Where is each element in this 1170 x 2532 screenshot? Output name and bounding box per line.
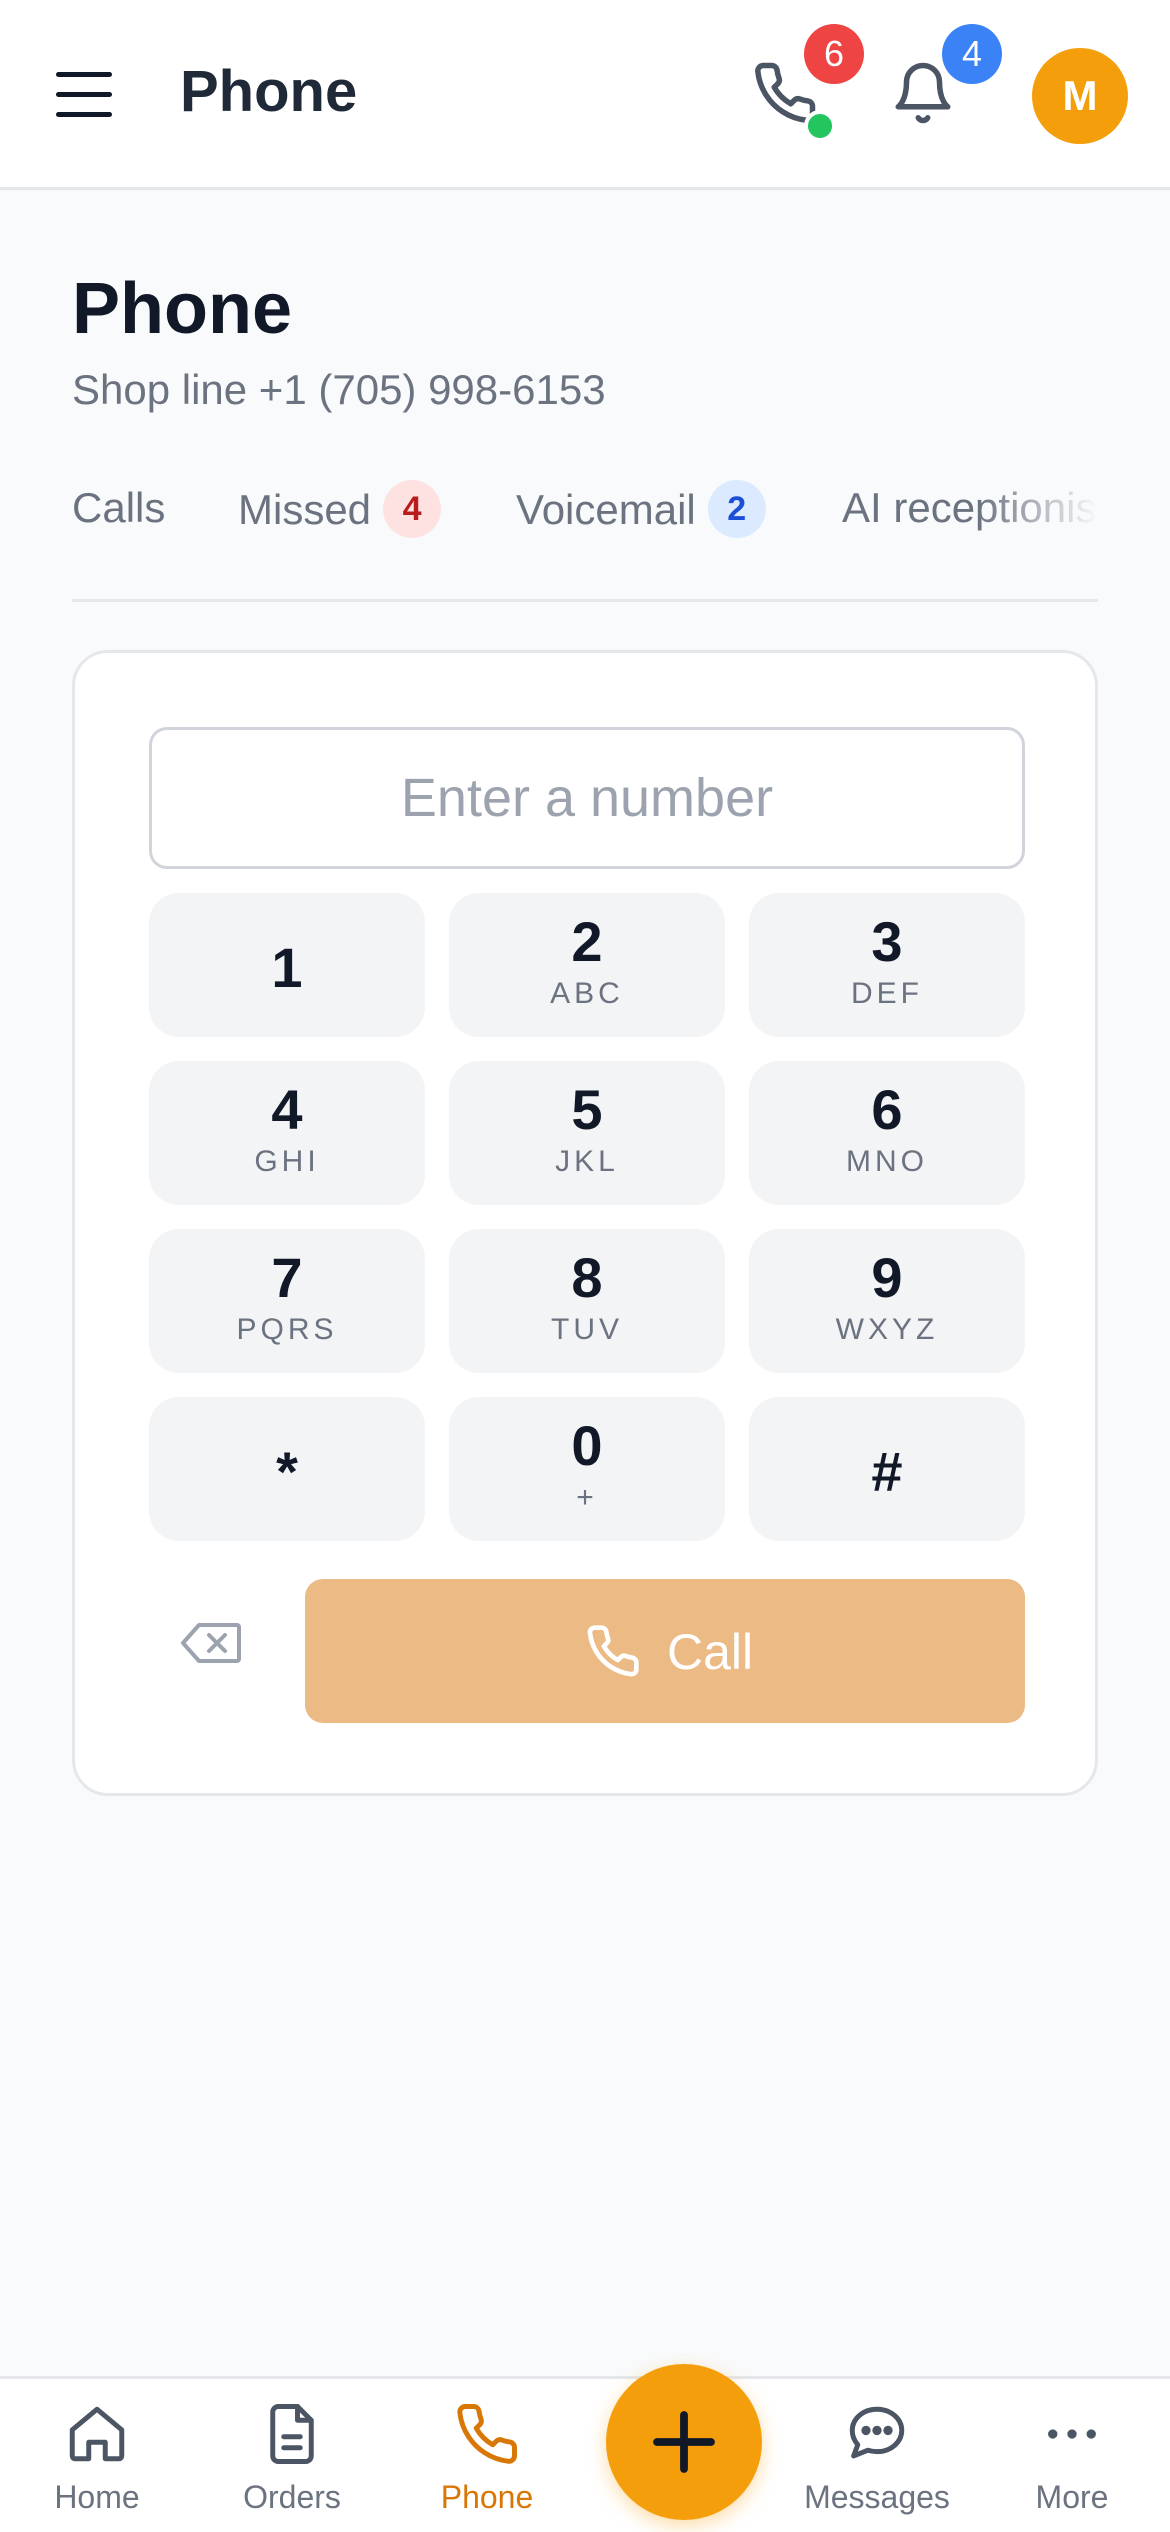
key-hash[interactable]: #: [749, 1397, 1025, 1541]
call-button[interactable]: Call: [305, 1579, 1025, 1723]
top-bar: Phone 6 4 M: [0, 0, 1170, 190]
key-2[interactable]: 2 ABC: [449, 893, 725, 1037]
calls-count-badge: 6: [804, 24, 864, 84]
key-letters: TUV: [551, 1313, 623, 1346]
calls-button[interactable]: 6: [740, 24, 864, 142]
voicemail-count-badge: 2: [707, 480, 766, 538]
tab-voicemail[interactable]: Voicemail 2: [516, 480, 766, 542]
phone-icon: [457, 2404, 517, 2464]
tab-missed[interactable]: Missed 4: [238, 480, 442, 542]
backspace-icon: [181, 1623, 241, 1663]
nav-label: Messages: [804, 2479, 950, 2515]
more-icon: [1048, 2429, 1096, 2439]
key-digit: 7: [271, 1246, 303, 1309]
nav-label: Orders: [243, 2479, 341, 2515]
shop-line-subtitle: Shop line +1 (705) 998-6153: [72, 366, 606, 413]
plus-icon: [653, 2411, 715, 2473]
tabs-scroll-fade: [978, 470, 1098, 590]
key-digit: 8: [571, 1246, 603, 1309]
menu-icon-line: [56, 72, 112, 77]
key-letters: JKL: [555, 1145, 619, 1178]
nav-home[interactable]: Home: [2, 2379, 192, 2532]
page-title: Phone: [72, 269, 293, 349]
home-icon: [69, 2406, 125, 2462]
nav-messages[interactable]: Messages: [782, 2379, 972, 2532]
nav-label: Phone: [440, 2479, 534, 2515]
key-5[interactable]: 5 JKL: [449, 1061, 725, 1205]
topbar-title: Phone: [180, 59, 358, 124]
key-letters: DEF: [851, 977, 923, 1010]
key-8[interactable]: 8 TUV: [449, 1229, 725, 1373]
missed-count-badge: 4: [383, 480, 442, 538]
key-star[interactable]: *: [149, 1397, 425, 1541]
key-9[interactable]: 9 WXYZ: [749, 1229, 1025, 1373]
key-letters: WXYZ: [835, 1313, 939, 1346]
document-icon: [270, 2404, 314, 2464]
key-letters: +: [576, 1481, 598, 1514]
number-input[interactable]: [149, 727, 1025, 869]
nav-label: Home: [54, 2479, 140, 2515]
key-digit: 0: [571, 1414, 603, 1477]
backspace-button[interactable]: [179, 1619, 243, 1667]
key-digit: 1: [271, 936, 303, 999]
chat-icon: [849, 2406, 905, 2459]
key-1[interactable]: 1: [149, 893, 425, 1037]
tab-calls[interactable]: Calls: [72, 484, 165, 532]
key-digit: 6: [871, 1078, 903, 1141]
key-letters: MNO: [846, 1145, 928, 1178]
key-6[interactable]: 6 MNO: [749, 1061, 1025, 1205]
notifications-count-badge: 4: [942, 24, 1002, 84]
phone-tabs: Calls Missed 4 Voicemail 2 AI receptionist: [72, 470, 1098, 602]
tab-label: Calls: [72, 484, 166, 531]
create-fab-button[interactable]: [606, 2364, 762, 2520]
dialer-card: 1 2 ABC 3 DEF 4 GHI 5 JKL 6 MNO 7 PQRS 8…: [72, 650, 1098, 1796]
key-3[interactable]: 3 DEF: [749, 893, 1025, 1037]
key-digit: 5: [571, 1078, 603, 1141]
tab-label: Voicemail: [516, 486, 696, 534]
key-4[interactable]: 4 GHI: [149, 1061, 425, 1205]
nav-orders[interactable]: Orders: [197, 2379, 387, 2532]
menu-icon-line: [56, 112, 112, 117]
avatar[interactable]: M: [1032, 48, 1128, 144]
key-digit: 4: [271, 1078, 303, 1141]
key-letters: PQRS: [236, 1313, 338, 1346]
key-letters: GHI: [254, 1145, 320, 1178]
key-digit: #: [871, 1440, 903, 1503]
key-0[interactable]: 0 +: [449, 1397, 725, 1541]
nav-label: More: [1035, 2479, 1109, 2515]
nav-phone[interactable]: Phone: [392, 2379, 582, 2532]
call-button-label: Call: [667, 1624, 754, 1680]
key-digit: 3: [871, 910, 903, 973]
key-digit: *: [276, 1440, 298, 1503]
key-digit: 9: [871, 1246, 903, 1309]
key-7[interactable]: 7 PQRS: [149, 1229, 425, 1373]
tab-label: Missed: [238, 486, 372, 534]
key-letters: ABC: [550, 977, 624, 1010]
key-digit: 2: [571, 910, 603, 973]
notifications-button[interactable]: 4: [878, 24, 1002, 130]
phone-icon: [587, 1625, 639, 1677]
menu-icon-line: [56, 92, 112, 97]
nav-more[interactable]: More: [977, 2379, 1167, 2532]
bottom-nav: Home Orders Phone Messages More: [0, 2376, 1170, 2532]
menu-button[interactable]: [56, 70, 112, 120]
online-status-dot: [804, 110, 836, 142]
